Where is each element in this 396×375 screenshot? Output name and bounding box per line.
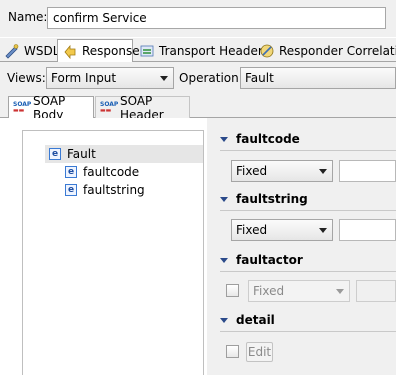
faultstring-mode-select[interactable]: Fixed	[231, 219, 333, 241]
collapse-icon	[220, 257, 228, 263]
transport-header-icon	[139, 43, 155, 59]
section-title: detail	[236, 313, 275, 327]
section-header-faultstring[interactable]: faultstring	[220, 192, 308, 206]
element-tree: e Fault e faultcode e faultstring	[22, 130, 204, 375]
element-icon: e	[65, 166, 77, 178]
views-row: Views: Form Input Operation: Fault	[0, 62, 396, 94]
section-title: faultcode	[236, 132, 300, 146]
operation-select-value: Fault	[245, 71, 274, 85]
select-value: Fixed	[236, 223, 268, 237]
section-header-faultcode[interactable]: faultcode	[220, 132, 300, 146]
name-input[interactable]: confirm Service	[47, 7, 386, 29]
select-value: Fixed	[236, 164, 268, 178]
response-icon	[62, 43, 78, 60]
soap-icon: SOAP ▬▬	[13, 101, 32, 114]
wsdl-icon	[4, 43, 20, 59]
tab-transport-header-label: Transport Header	[159, 43, 263, 58]
section-header-faultactor[interactable]: faultactor	[220, 253, 303, 267]
section-title: faultstring	[236, 192, 308, 206]
views-select[interactable]: Form Input	[46, 67, 174, 89]
divider	[220, 150, 396, 151]
main-tab-bar: WSDL Response Transport Header Responder…	[0, 38, 396, 63]
tab-wsdl[interactable]: WSDL	[0, 39, 60, 62]
divider	[220, 331, 396, 332]
tab-response-label: Response	[82, 44, 140, 58]
select-value: Fixed	[253, 284, 285, 298]
tree-node-faultcode[interactable]: e faultcode	[65, 163, 139, 181]
name-label: Name:	[8, 10, 48, 24]
views-label: Views:	[7, 71, 46, 85]
tree-node-faultstring[interactable]: e faultstring	[65, 181, 145, 199]
section-header-detail[interactable]: detail	[220, 313, 275, 327]
responder-correlation-icon	[259, 43, 275, 59]
tree-node-fault[interactable]: e Fault	[45, 145, 203, 163]
tab-responder-correlation-label: Responder Correlation	[279, 43, 396, 58]
tab-response[interactable]: Response	[57, 39, 140, 63]
tree-node-label: Fault	[67, 147, 96, 161]
soap-icon: SOAP ▬▬	[100, 100, 119, 114]
tree-node-label: faultcode	[83, 165, 140, 179]
chevron-down-icon	[160, 76, 168, 81]
divider	[220, 210, 396, 211]
divider	[220, 271, 396, 272]
chevron-down-icon	[319, 169, 327, 174]
faultactor-checkbox[interactable]	[226, 284, 239, 297]
views-select-value: Form Input	[51, 71, 117, 85]
faultcode-value-input[interactable]	[339, 160, 396, 182]
faultactor-mode-select: Fixed	[248, 280, 350, 302]
detail-checkbox[interactable]	[226, 345, 239, 358]
tree-node-label: faultstring	[83, 183, 145, 197]
tab-soap-body[interactable]: SOAP ▬▬ SOAP Body	[8, 94, 94, 122]
value-form: faultcode Fixed faultstring Fixed faulta…	[212, 118, 396, 375]
collapse-icon	[220, 317, 228, 323]
section-title: faultactor	[236, 253, 303, 267]
element-icon: e	[49, 148, 61, 160]
tab-responder-correlation[interactable]: Responder Correlation	[255, 39, 396, 62]
tab-wsdl-label: WSDL	[24, 43, 60, 58]
collapse-icon	[220, 136, 228, 142]
operation-label: Operation:	[179, 71, 243, 85]
chevron-down-icon	[319, 228, 327, 233]
tab-transport-header[interactable]: Transport Header	[135, 39, 263, 62]
faultactor-value-input	[356, 280, 396, 302]
content-area: e Fault e faultcode e faultstring faultc…	[0, 118, 396, 375]
tab-soap-header[interactable]: SOAP ▬▬ SOAP Header	[95, 94, 190, 122]
element-icon: e	[65, 184, 77, 196]
name-row: Name: confirm Service	[0, 0, 396, 37]
operation-select[interactable]: Fault	[240, 67, 396, 89]
faultstring-value-input[interactable]	[339, 219, 396, 241]
faultcode-mode-select[interactable]: Fixed	[231, 160, 333, 182]
edit-button: Edit	[246, 342, 273, 362]
sub-tab-bar: SOAP ▬▬ SOAP Body SOAP ▬▬ SOAP Header	[0, 94, 396, 122]
collapse-icon	[220, 196, 228, 202]
chevron-down-icon	[336, 289, 344, 294]
